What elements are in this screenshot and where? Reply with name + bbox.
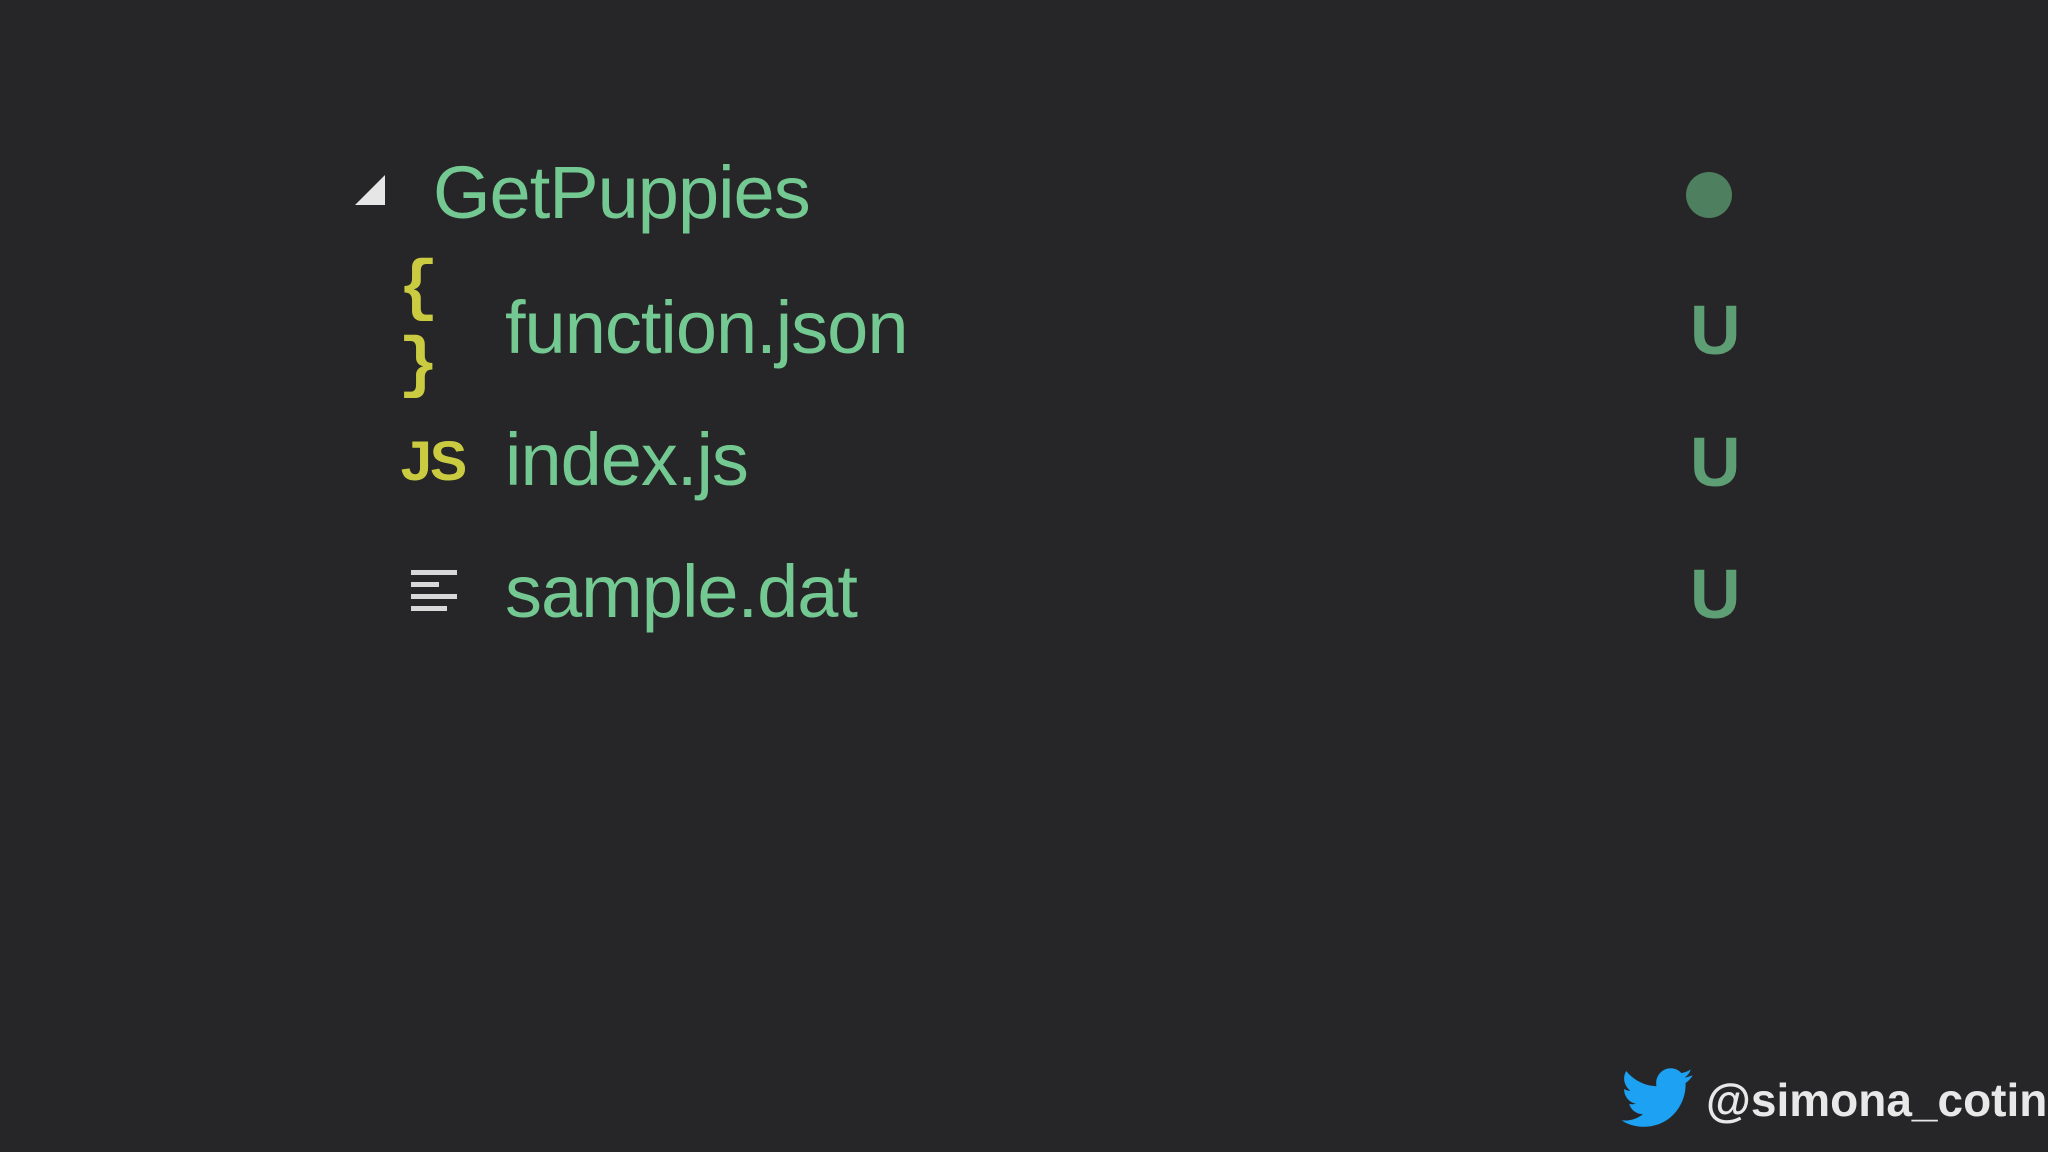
folder-name: GetPuppies: [433, 151, 811, 234]
file-name: function.json: [505, 286, 908, 369]
file-row-index-js[interactable]: JS index.js U: [0, 400, 2048, 520]
json-braces-icon: { }: [398, 251, 449, 405]
untracked-status-badge: U: [1690, 423, 1741, 501]
file-name: index.js: [505, 418, 749, 501]
untracked-status-badge: U: [1690, 291, 1741, 369]
file-name: sample.dat: [505, 550, 858, 633]
handle-text: @simona_cotin: [1706, 1074, 2048, 1126]
javascript-icon: JS: [400, 428, 467, 492]
twitter-bird-icon: [1621, 1067, 1694, 1133]
triangle-expanded-icon[interactable]: [353, 173, 387, 207]
text-lines-icon: [398, 552, 468, 632]
file-row-function-json[interactable]: { } function.json U: [0, 251, 2048, 405]
untracked-status-badge: U: [1690, 555, 1741, 633]
twitter-handle: @simona_cotin: [1621, 1065, 2048, 1135]
file-explorer: GetPuppies { } function.json U JS index.…: [0, 0, 2048, 1152]
modified-dot-icon: [1686, 172, 1732, 218]
file-row-sample-dat[interactable]: sample.dat U: [0, 532, 2048, 652]
folder-row-getpuppies[interactable]: GetPuppies: [0, 135, 2048, 255]
